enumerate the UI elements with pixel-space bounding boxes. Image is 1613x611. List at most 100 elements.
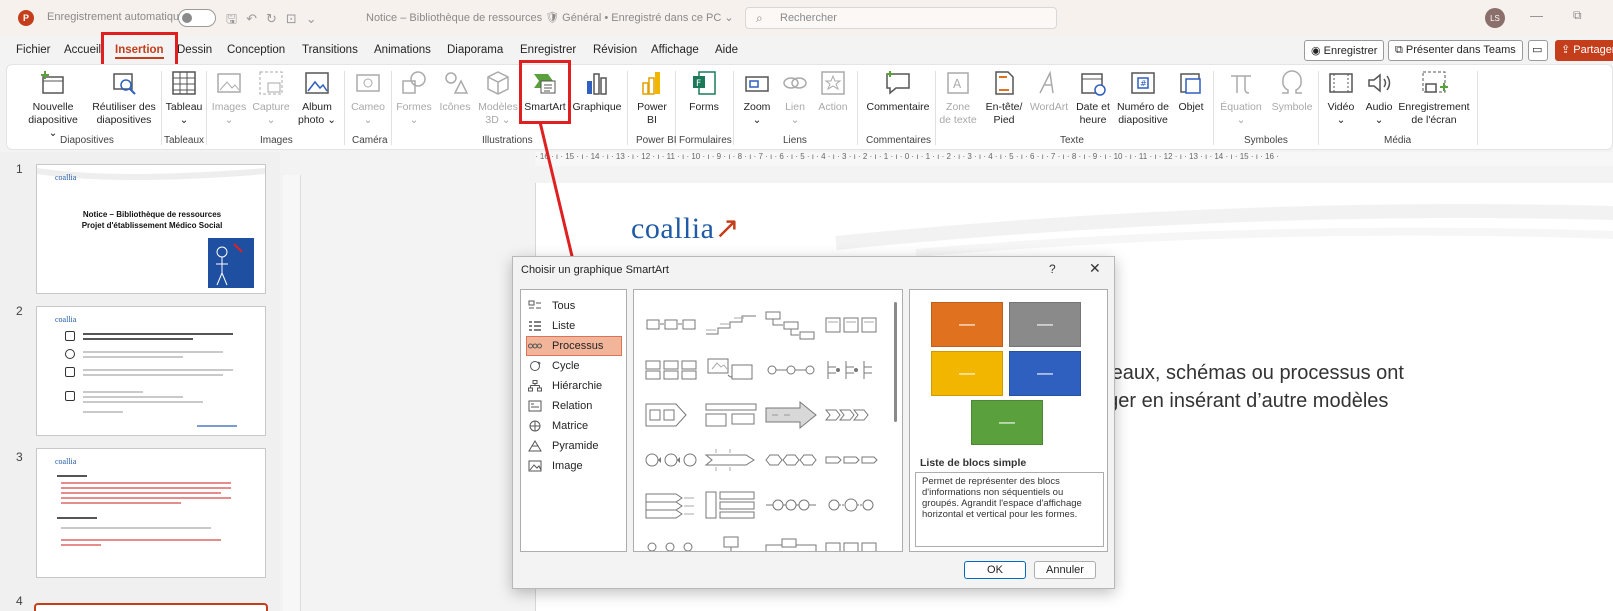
shapes-button[interactable]: Formes ⌄ [395,69,433,127]
category-hierarchie[interactable]: Hiérarchie [527,376,623,396]
layout-chevron-process[interactable] [824,400,878,430]
reuse-slides-button[interactable]: Réutiliser des diapositives [89,69,159,127]
new-slide-button[interactable]: Nouvelle diapositive ⌄ [25,69,81,140]
object-button[interactable]: Objet [1173,69,1209,114]
category-processus[interactable]: Processus [526,336,622,356]
layout-step-up-process[interactable] [704,310,758,340]
slide-body-text[interactable]: bleaux, schémas ou processus ont nger en… [1096,359,1404,415]
forms-button[interactable]: F Forms [684,69,724,114]
symbol-button[interactable]: Symbole [1269,69,1315,114]
wordart-button[interactable]: WordArt [1028,69,1070,114]
tab-aide[interactable]: Aide [715,44,738,56]
cancel-button[interactable]: Annuler [1034,561,1096,579]
tab-conception[interactable]: Conception [227,44,285,56]
category-list[interactable]: Tous Liste Processus Cycle Hiérarchie Re… [520,289,627,552]
minimize-icon[interactable]: — [1530,8,1543,23]
autosave-toggle[interactable] [178,9,216,27]
layout-partial[interactable] [644,535,698,552]
search-input[interactable]: ⌕ Rechercher [745,7,1057,29]
slide-thumbnails-pane[interactable]: 1 coallia Notice – Bibliothèque de resso… [0,152,280,611]
images-button[interactable]: Images ⌄ [211,69,247,127]
present-icon[interactable]: ⊡ [286,11,306,26]
tab-accueil[interactable]: Accueil [64,44,101,56]
power-bi-button[interactable]: Power BI [632,69,672,127]
slide-number-button[interactable]: # Numéro de diapositive [1115,69,1171,127]
category-cycle[interactable]: Cycle [527,356,623,376]
document-title[interactable]: Notice – Bibliothèque de ressources 🛡 Gé… [366,11,734,24]
layout-bending-process[interactable] [824,445,878,475]
layout-partial[interactable] [704,535,758,552]
3d-models-button[interactable]: Modèles 3D ⌄ [477,69,519,127]
layout-dot-process[interactable] [764,355,818,385]
undo-icon[interactable]: ↶ [246,11,266,26]
layout-accent-process[interactable] [824,355,878,385]
close-icon[interactable]: ✕ [1089,260,1101,277]
layout-partial[interactable] [824,535,878,552]
layout-grouped-process[interactable] [824,310,878,340]
layout-circle-accent[interactable] [644,445,698,475]
ok-button[interactable]: OK [964,561,1026,579]
audio-button[interactable]: Audio ⌄ [1361,69,1397,127]
screen-recording-button[interactable]: Enregistrement de l'écran [1395,69,1473,127]
icons-button[interactable]: Icônes [437,69,473,114]
redo-icon[interactable]: ↻ [266,11,286,26]
equation-button[interactable]: Équation ⌄ [1217,69,1265,127]
category-relation[interactable]: Relation [527,396,623,416]
video-button[interactable]: Vidéo ⌄ [1323,69,1359,127]
layout-vertical-process[interactable] [764,310,818,340]
slide-thumbnail-1[interactable]: coallia Notice – Bibliothèque de ressour… [36,164,266,294]
slide-thumbnail-2[interactable]: coallia [36,306,266,436]
layout-picture-process[interactable] [704,355,758,385]
chart-button[interactable]: Graphique [571,69,623,114]
text-box-button[interactable]: A Zone de texte [939,69,977,127]
slide-thumbnail-3[interactable]: coallia [36,448,266,578]
comments-button[interactable]: ▭ [1528,40,1548,61]
layout-big-arrow-process[interactable] [764,400,818,430]
tab-transitions[interactable]: Transitions [302,44,358,56]
header-footer-button[interactable]: En-tête/Pied [983,69,1025,127]
layout-timeline-process[interactable] [704,400,758,430]
layout-circular-process[interactable] [764,490,818,520]
layout-list-process[interactable] [704,490,758,520]
layout-arrow-process[interactable] [644,400,698,430]
record-button[interactable]: ◉ Enregistrer [1304,40,1385,61]
help-icon[interactable]: ? [1049,262,1056,276]
layout-continuous-block[interactable] [644,355,698,385]
category-tous[interactable]: Tous [527,296,623,316]
tab-affichage[interactable]: Affichage [651,44,699,56]
maximize-icon[interactable]: ⧉ [1573,8,1582,23]
layout-repeating-bending[interactable] [824,490,878,520]
tab-animations[interactable]: Animations [374,44,431,56]
link-button[interactable]: Lien ⌄ [779,69,811,127]
gallery-scrollbar[interactable] [894,302,897,422]
category-matrice[interactable]: Matrice [527,416,623,436]
layout-partial[interactable] [764,535,818,552]
date-time-button[interactable]: Date et heure [1073,69,1113,127]
tab-fichier[interactable]: Fichier [16,44,51,56]
layout-basic-process[interactable] [644,310,698,340]
layout-detailed-process[interactable] [704,445,758,475]
category-pyramide[interactable]: Pyramide [527,436,623,456]
share-button[interactable]: ⇪ Partager [1555,40,1613,61]
tab-dessin[interactable]: Dessin [177,44,212,56]
quick-access-toolbar[interactable]: 🖫↶↻⊡⌄ [226,10,326,32]
customize-icon[interactable]: ⌄ [306,11,326,26]
avatar[interactable]: LS [1485,8,1505,28]
tab-revision[interactable]: Révision [593,44,637,56]
save-icon[interactable]: 🖫 [226,11,246,26]
smartart-dialog[interactable]: Choisir un graphique SmartArt ? ✕ Tous L… [512,256,1115,589]
table-button[interactable]: Tableau ⌄ [164,69,204,127]
capture-button[interactable]: Capture ⌄ [251,69,291,127]
layout-upward-arrow[interactable] [644,490,698,520]
photo-album-button[interactable]: Album photo ⌄ [295,69,339,127]
slide-thumbnail-4[interactable] [34,603,268,611]
layout-gallery[interactable] [633,289,903,552]
cameo-button[interactable]: Cameo ⌄ [349,69,387,127]
zoom-button[interactable]: Zoom ⌄ [739,69,775,127]
tab-diaporama[interactable]: Diaporama [447,44,503,56]
category-image[interactable]: Image [527,456,623,476]
tab-enregistrer[interactable]: Enregistrer [520,44,576,56]
layout-hexagon-process[interactable] [764,445,818,475]
present-teams-button[interactable]: ⧉ Présenter dans Teams [1388,40,1523,61]
comment-button[interactable]: Commentaire [865,69,931,114]
